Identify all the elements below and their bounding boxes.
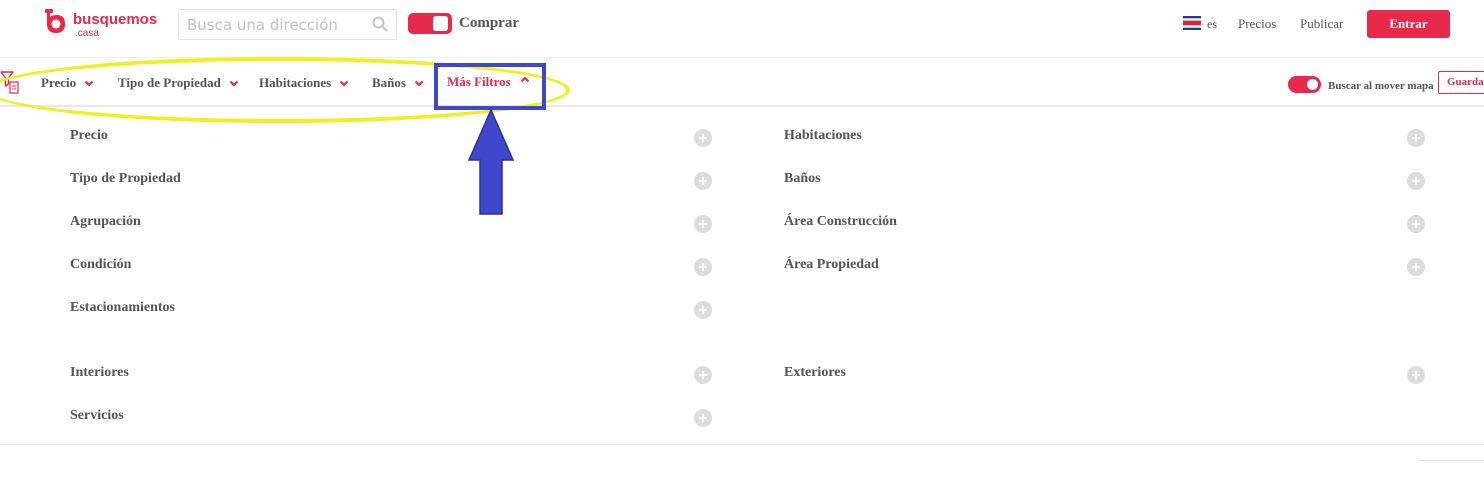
- plus-icon[interactable]: [1407, 258, 1425, 276]
- section-label: Exteriores: [784, 365, 846, 380]
- filter-section-tipo-propiedad[interactable]: Tipo de Propiedad: [70, 171, 712, 191]
- filter-label: Baños: [372, 75, 406, 90]
- section-label: Tipo de Propiedad: [70, 171, 181, 186]
- filter-section-agrupacion[interactable]: Agrupación: [70, 214, 712, 234]
- plus-icon[interactable]: [694, 301, 712, 319]
- filter-label: Precio: [41, 75, 77, 90]
- filter-section-habitaciones[interactable]: Habitaciones: [784, 128, 1425, 148]
- section-label: Interiores: [70, 365, 129, 380]
- map-search-toggle[interactable]: [1288, 76, 1321, 93]
- pricing-link[interactable]: Precios: [1238, 16, 1276, 32]
- filter-section-exteriores[interactable]: Exteriores: [784, 365, 1425, 385]
- section-label: Agrupación: [70, 214, 141, 229]
- filter-label: Habitaciones: [259, 75, 332, 90]
- filter-section-estacionamientos[interactable]: Estacionamientos: [70, 300, 712, 320]
- section-label: Habitaciones: [784, 128, 862, 143]
- login-button[interactable]: Entrar: [1367, 10, 1450, 38]
- section-label: Estacionamientos: [70, 300, 175, 315]
- logo-icon: [45, 9, 65, 33]
- top-header: busquemos .casa Comprar es Precios Publi…: [0, 0, 1484, 48]
- plus-icon[interactable]: [694, 129, 712, 147]
- plus-icon[interactable]: [694, 409, 712, 427]
- divider: [1418, 460, 1484, 461]
- plus-icon[interactable]: [694, 366, 712, 384]
- filter-banos[interactable]: Baños: [372, 75, 424, 91]
- plus-icon[interactable]: [694, 172, 712, 190]
- section-label: Condición: [70, 257, 132, 272]
- toggle-knob: [1307, 79, 1318, 90]
- filter-icon[interactable]: [0, 71, 20, 95]
- section-label: Área Construcción: [784, 214, 897, 229]
- chevron-down-icon: [414, 80, 424, 87]
- brand-name: busquemos: [73, 11, 158, 28]
- plus-icon[interactable]: [1407, 172, 1425, 190]
- plus-icon[interactable]: [694, 215, 712, 233]
- filter-section-area-construccion[interactable]: Área Construcción: [784, 214, 1425, 234]
- filter-precio[interactable]: Precio: [41, 75, 94, 91]
- section-label: Servicios: [70, 408, 124, 423]
- filter-habitaciones[interactable]: Habitaciones: [259, 75, 349, 91]
- search-icon[interactable]: [372, 16, 388, 32]
- chevron-up-icon: [520, 75, 529, 82]
- more-filters-panel: Precio Tipo de Propiedad Agrupación Cond…: [0, 107, 1484, 445]
- filter-mas-filtros[interactable]: Más Filtros: [447, 74, 530, 90]
- address-search: [178, 9, 397, 40]
- filter-section-area-propiedad[interactable]: Área Propiedad: [784, 257, 1425, 277]
- language-selector[interactable]: es: [1207, 17, 1217, 32]
- filter-label: Más Filtros: [447, 74, 511, 89]
- filter-bar: Precio Tipo de Propiedad Habitaciones Ba…: [0, 57, 1484, 107]
- brand-sub: .casa: [75, 28, 99, 39]
- chevron-down-icon: [339, 80, 349, 87]
- filter-label: Tipo de Propiedad: [118, 75, 221, 90]
- chevron-down-icon: [229, 80, 239, 87]
- filter-section-interiores[interactable]: Interiores: [70, 365, 712, 385]
- plus-icon[interactable]: [694, 258, 712, 276]
- filter-tipo-propiedad[interactable]: Tipo de Propiedad: [118, 75, 239, 91]
- toggle-knob: [433, 16, 448, 31]
- costa-rica-flag-icon[interactable]: [1183, 16, 1201, 30]
- section-label: Precio: [70, 128, 108, 143]
- save-search-button[interactable]: Guardar: [1438, 71, 1484, 94]
- publish-link[interactable]: Publicar: [1300, 16, 1343, 32]
- chevron-down-icon: [84, 80, 94, 87]
- search-input[interactable]: [179, 10, 359, 39]
- filter-section-servicios[interactable]: Servicios: [70, 408, 712, 428]
- mode-label: Comprar: [459, 15, 519, 31]
- filter-section-banos[interactable]: Baños: [784, 171, 1425, 191]
- filter-section-condicion[interactable]: Condición: [70, 257, 712, 277]
- filter-section-precio[interactable]: Precio: [70, 128, 712, 148]
- brand-logo[interactable]: busquemos .casa: [44, 9, 157, 39]
- plus-icon[interactable]: [1407, 215, 1425, 233]
- section-label: Área Propiedad: [784, 257, 879, 272]
- map-search-label: Buscar al mover mapa: [1328, 80, 1434, 92]
- plus-icon[interactable]: [1407, 129, 1425, 147]
- section-label: Baños: [784, 171, 821, 186]
- plus-icon[interactable]: [1407, 366, 1425, 384]
- buy-rent-toggle[interactable]: [408, 13, 452, 34]
